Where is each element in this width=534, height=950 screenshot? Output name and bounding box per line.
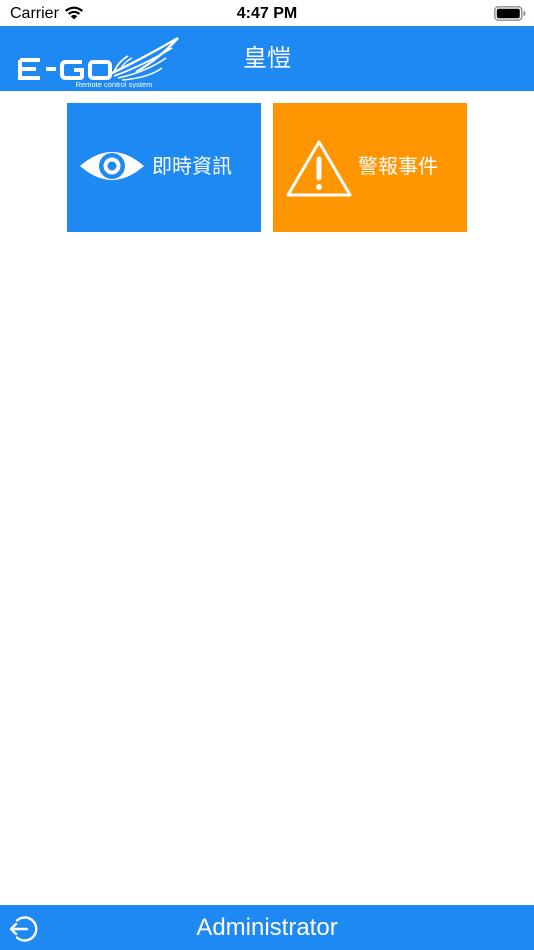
alarm-events-button[interactable]: 警報事件	[273, 103, 467, 232]
battery-icon	[494, 6, 526, 21]
user-role-label: Administrator	[196, 914, 338, 941]
warning-icon	[286, 140, 352, 197]
eye-icon	[80, 152, 144, 180]
alarm-events-label: 警報事件	[358, 156, 438, 178]
realtime-info-label: 即時資訊	[152, 156, 232, 178]
status-bar: Carrier 4:47 PM	[0, 0, 534, 26]
bottom-bar: Administrator	[0, 905, 534, 950]
page-title: 皇愷	[243, 45, 291, 72]
logo-tagline: Remote control system	[76, 80, 153, 88]
nav-bar: Remote control system 皇愷	[0, 26, 534, 91]
status-time: 4:47 PM	[236, 5, 298, 22]
realtime-info-button[interactable]: 即時資訊	[67, 103, 261, 232]
